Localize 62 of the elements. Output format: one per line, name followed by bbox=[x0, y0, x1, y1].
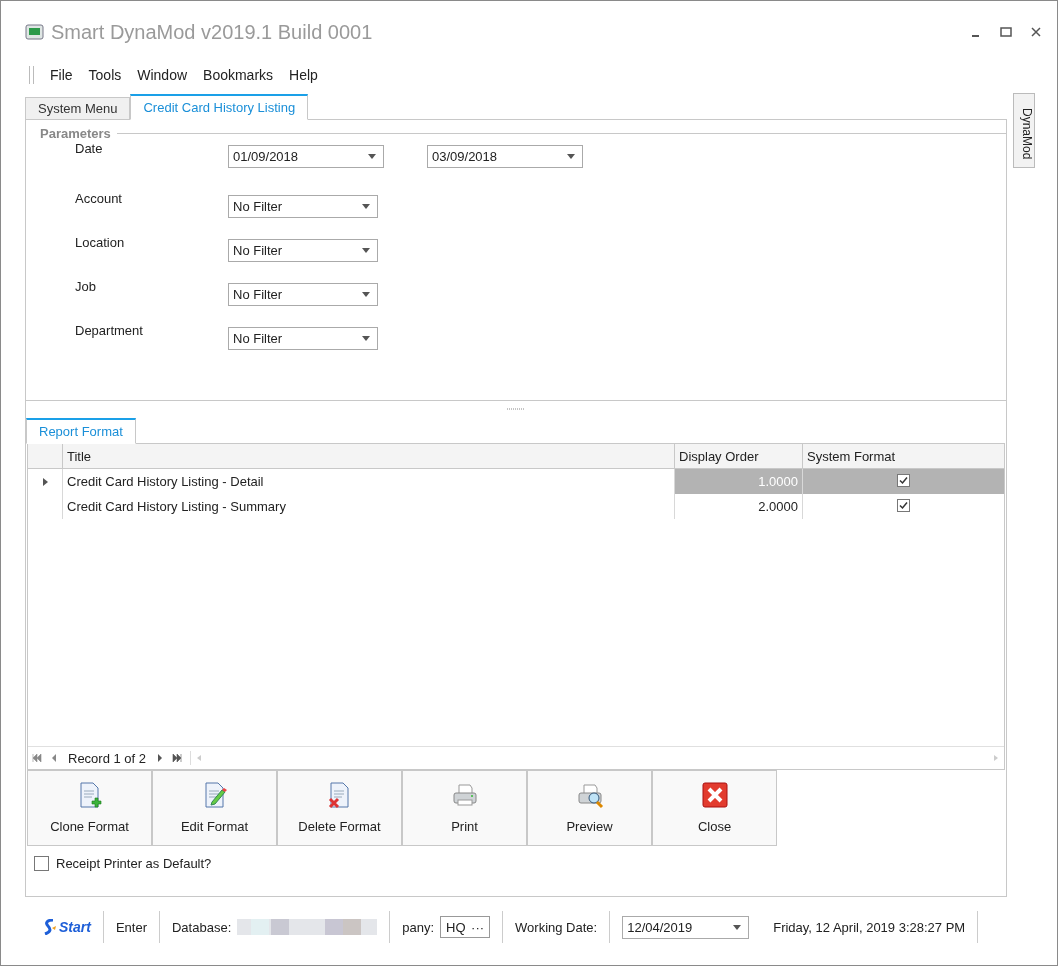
field-label: Job bbox=[75, 279, 97, 294]
dropdown-caret-icon bbox=[362, 292, 370, 297]
toolbar-button[interactable]: Edit Format bbox=[152, 770, 277, 846]
group-title: Parameters bbox=[40, 126, 111, 141]
menu-item[interactable]: Tools bbox=[82, 67, 128, 83]
dropdown-field[interactable]: No Filter bbox=[228, 195, 378, 218]
checkbox[interactable]: Receipt Printer as Default? bbox=[34, 855, 212, 871]
printer-icon bbox=[450, 781, 479, 809]
column-header[interactable]: Display Order bbox=[674, 444, 802, 469]
menu-item[interactable]: Window bbox=[131, 67, 194, 83]
table-cell: 1.0000 bbox=[674, 469, 802, 494]
tab[interactable]: System Menu bbox=[25, 97, 131, 120]
dropdown-caret-icon bbox=[733, 924, 742, 930]
dropdown-field[interactable]: No Filter bbox=[228, 239, 378, 262]
dropdown-caret-icon bbox=[362, 204, 370, 209]
close-icon[interactable] bbox=[1029, 25, 1043, 39]
last-record-icon[interactable] bbox=[172, 754, 183, 762]
company-field[interactable]: HQ ··· bbox=[440, 916, 491, 938]
field-label: Location bbox=[75, 235, 126, 250]
column-header[interactable]: System Format bbox=[802, 444, 1004, 469]
close-icon bbox=[700, 781, 729, 809]
menu-item[interactable]: File bbox=[44, 67, 79, 83]
dropdown-caret-icon bbox=[362, 336, 370, 341]
window-title: Smart DynaMod v2019.1 Build 0001 bbox=[51, 20, 374, 44]
date-dropdown-field[interactable]: 12/04/2019 bbox=[622, 915, 750, 939]
company-label: pany: bbox=[402, 919, 435, 935]
current-datetime: Friday, 12 April, 2019 3:28:27 PM bbox=[773, 919, 966, 935]
dropdown-field[interactable]: No Filter bbox=[228, 283, 378, 306]
column-header[interactable]: Title bbox=[62, 444, 674, 469]
menu-item[interactable]: Help bbox=[283, 67, 324, 83]
dropdown-caret-icon bbox=[368, 154, 376, 159]
field-label: Date bbox=[75, 141, 104, 156]
checkmark-icon bbox=[897, 473, 910, 487]
menu-item[interactable]: Bookmarks bbox=[197, 67, 280, 83]
start-label[interactable]: Start bbox=[59, 919, 91, 935]
start-logo-icon bbox=[43, 919, 57, 935]
tab[interactable]: Report Format bbox=[26, 418, 136, 444]
row-indicator-icon bbox=[42, 477, 48, 486]
toolbar-button[interactable]: Print bbox=[402, 770, 527, 846]
printer-magnifier-icon bbox=[575, 781, 604, 809]
dropdown-field[interactable]: 01/09/2018 bbox=[228, 145, 384, 168]
maximize-icon[interactable] bbox=[999, 25, 1013, 39]
dropdown-caret-icon bbox=[567, 154, 575, 159]
field-label: Account bbox=[75, 191, 123, 206]
first-record-icon[interactable] bbox=[32, 754, 42, 762]
checkmark-icon bbox=[897, 498, 910, 512]
toolbar-button[interactable]: Preview bbox=[527, 770, 652, 846]
working-date-label: Working Date: bbox=[515, 919, 598, 935]
side-tab[interactable]: DynaMod bbox=[1013, 93, 1035, 168]
edition-label: Enter bbox=[115, 919, 147, 935]
tab[interactable]: Credit Card History Listing bbox=[130, 94, 309, 120]
dropdown-caret-icon bbox=[362, 248, 370, 253]
dropdown-field[interactable]: No Filter bbox=[228, 327, 378, 350]
toolbar-button[interactable]: Clone Format bbox=[27, 770, 152, 846]
dropdown-field[interactable]: 03/09/2018 bbox=[427, 145, 583, 168]
toolbar-button[interactable]: Delete Format bbox=[277, 770, 402, 846]
database-label: Database: bbox=[172, 919, 232, 935]
toolbar-button[interactable]: Close bbox=[652, 770, 777, 846]
record-counter: Record 1 of 2 bbox=[68, 750, 147, 766]
field-label: Department bbox=[75, 323, 144, 338]
splitter-handle-icon[interactable] bbox=[507, 408, 525, 410]
app-logo-icon bbox=[25, 22, 45, 42]
